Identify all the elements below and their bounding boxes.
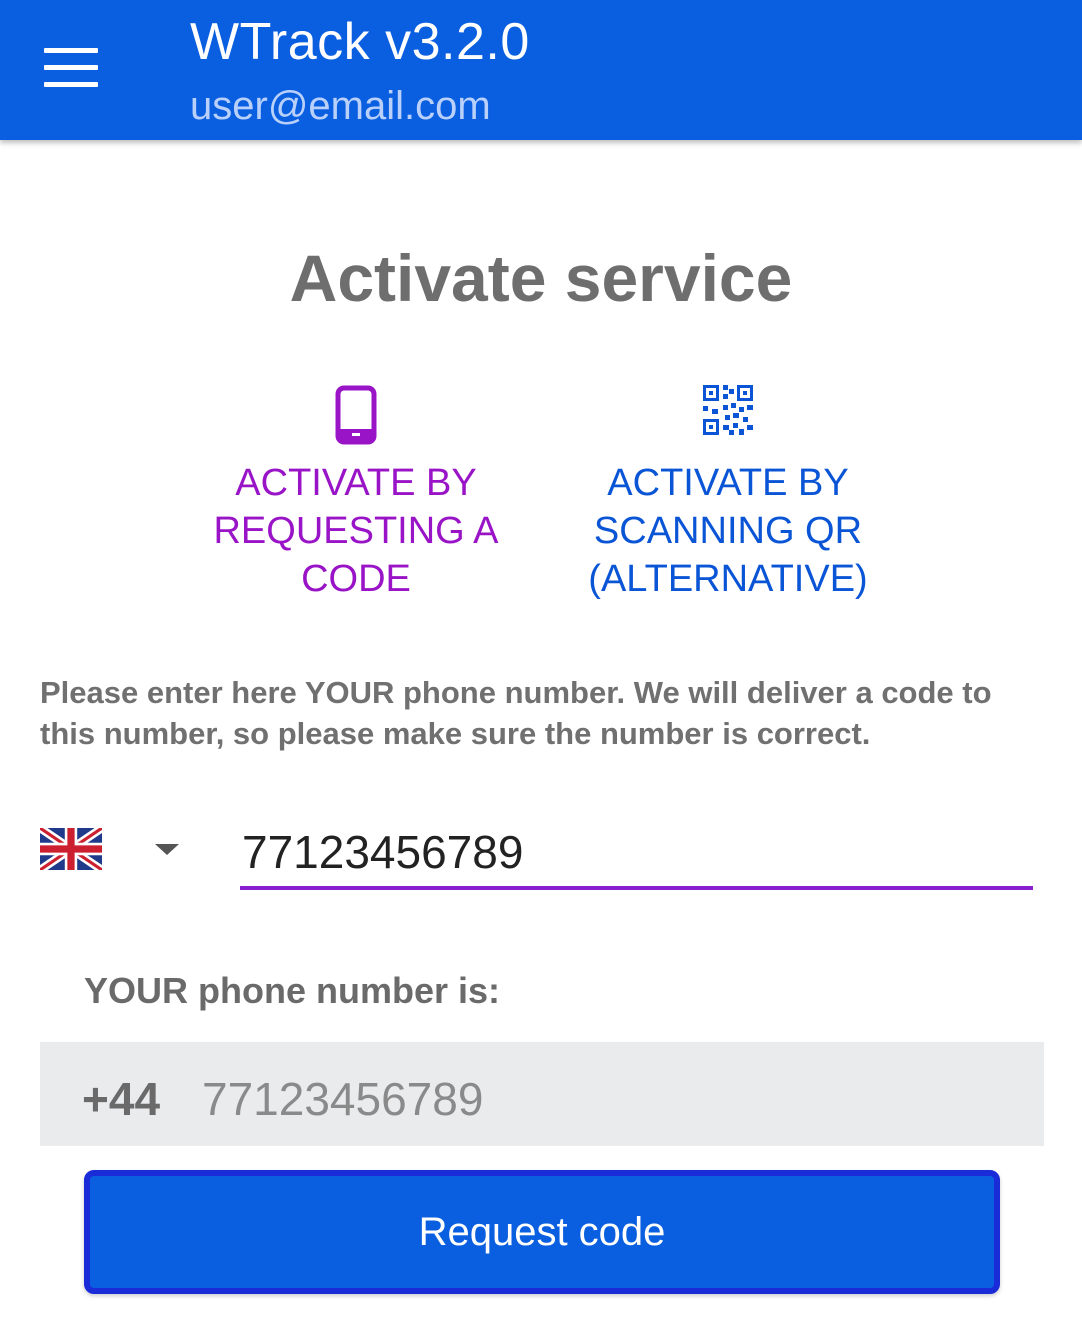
app-bar: WTrack v3.2.0 user@email.com	[0, 0, 1082, 140]
hamburger-menu-icon[interactable]	[44, 48, 98, 88]
uk-flag-icon[interactable]	[40, 828, 102, 870]
instructions-text: Please enter here YOUR phone number. We …	[40, 675, 992, 751]
result-label: YOUR phone number is:	[84, 970, 501, 1011]
country-dropdown-arrow-icon[interactable]	[155, 844, 179, 855]
activate-by-code-option[interactable]: ACTIVATE BY REQUESTING A CODE	[200, 385, 512, 603]
user-email: user@email.com	[190, 84, 491, 128]
activate-by-code-label: ACTIVATE BY REQUESTING A CODE	[213, 462, 499, 600]
request-code-button[interactable]: Request code	[84, 1170, 1000, 1294]
formatted-number: 77123456789	[202, 1073, 484, 1125]
smartphone-icon	[335, 385, 377, 445]
activate-by-qr-label: ACTIVATE BY SCANNING QR (ALTERNATIVE)	[588, 462, 868, 600]
formatted-number-display: +44 77123456789	[40, 1042, 1044, 1146]
country-code-prefix: +44	[82, 1073, 161, 1125]
phone-number-input[interactable]	[240, 818, 1033, 890]
qr-code-icon	[703, 385, 753, 435]
app-title: WTrack v3.2.0	[190, 13, 530, 71]
activate-by-qr-option[interactable]: ACTIVATE BY SCANNING QR (ALTERNATIVE)	[570, 385, 886, 603]
page-title: Activate service	[289, 241, 793, 315]
